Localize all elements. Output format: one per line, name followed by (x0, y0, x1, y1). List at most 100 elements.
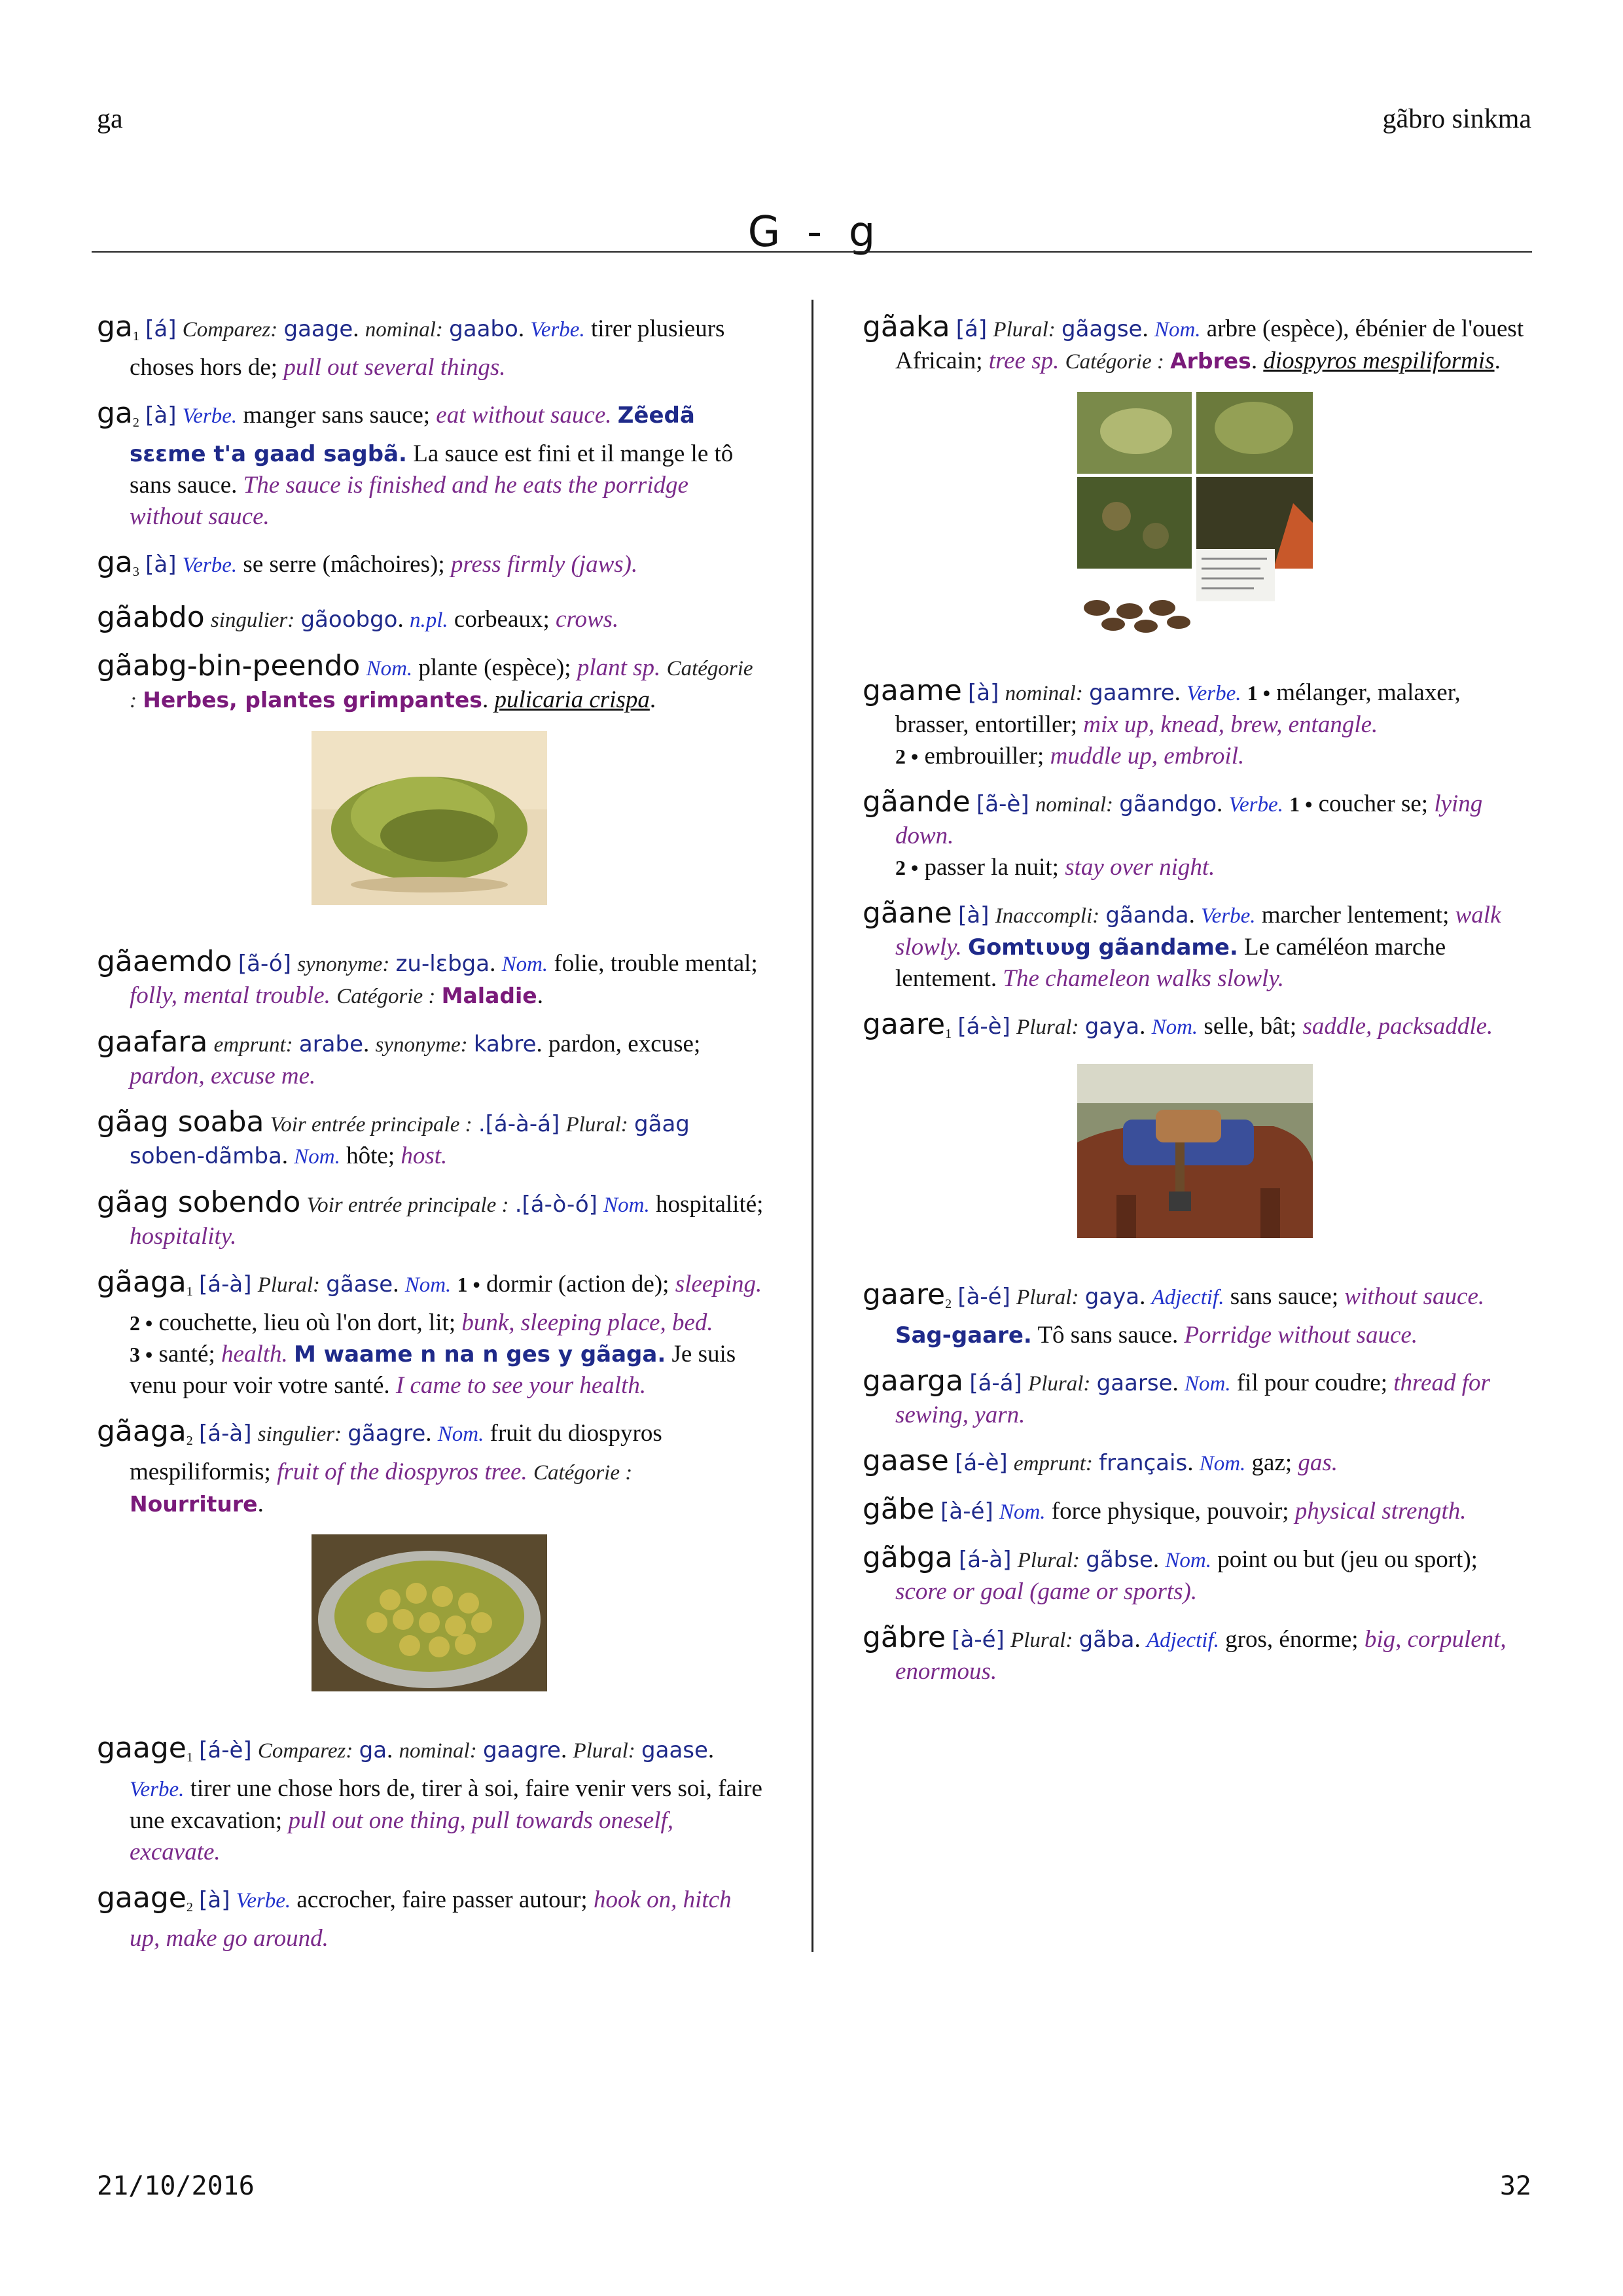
footer-page-number: 32 (1499, 2171, 1531, 2201)
french-gloss: marcher lentement; (1261, 902, 1450, 928)
part-of-speech: Verbe. (1228, 793, 1283, 817)
entry-gabga: gãbga [á-à] Plural: gãbse. Nom. point ou… (863, 1541, 1478, 1606)
label-plural: Plural: (1010, 1629, 1073, 1652)
label-nominal: nominal: (1005, 682, 1083, 705)
english-gloss: without sauce. (1344, 1283, 1485, 1310)
plant-photo (130, 731, 764, 913)
tone-marking: [á-è] (957, 1014, 1010, 1040)
part-of-speech: Nom. (999, 1500, 1046, 1524)
sense-number: 2 • (895, 745, 919, 768)
english-gloss: muddle up, embroil. (1050, 743, 1245, 769)
tone-marking: [à] (968, 680, 999, 706)
french-gloss: point ou but (jeu ou sport); (1217, 1546, 1478, 1573)
example-english: Porridge without sauce. (1184, 1322, 1418, 1349)
english-gloss: host. (401, 1142, 448, 1169)
headword: gãabdo (97, 601, 205, 634)
label-singular: singulier: (210, 609, 295, 632)
french-gloss: folie, trouble mental; (554, 950, 758, 977)
cross-reference: gaase (641, 1737, 708, 1763)
english-gloss: mix up, knead, brew, entangle. (1083, 711, 1378, 738)
example-sentence: Sag-gaare. (895, 1322, 1032, 1349)
french-gloss: pardon, excuse; (548, 1031, 701, 1057)
example-sentence: M waame n na n ges y gãaga. (294, 1341, 666, 1368)
label-plural: Plural: (565, 1113, 628, 1137)
headword: ga (97, 310, 133, 344)
tone-marking: [à-é] (940, 1498, 993, 1525)
label-synonym: synonyme: (297, 953, 390, 976)
headword: gaage (97, 1881, 187, 1915)
scientific-name: diospyros mespiliformis (1263, 347, 1495, 374)
headword: gaage (97, 1731, 187, 1765)
english-gloss: pardon, excuse me. (130, 1063, 316, 1089)
cross-reference: gãanda (1105, 902, 1189, 928)
cross-reference: gaarse (1096, 1370, 1173, 1396)
main-entry-ref: .[á-à-á] (478, 1111, 560, 1137)
french-gloss: force physique, pouvoir; (1051, 1498, 1289, 1525)
main-entry-ref: .[á-ò-ó] (514, 1192, 597, 1218)
part-of-speech: Verbe. (182, 404, 238, 428)
label-main-entry: Voir entrée principale : (306, 1193, 509, 1217)
english-gloss: sleeping. (675, 1271, 762, 1298)
entry-gaare-2: gaare2 [à-é] Plural: gaya. Adjectif. san… (863, 1278, 1485, 1349)
headword: gaare (863, 1008, 946, 1041)
tone-marking: [ã-è] (976, 791, 1029, 817)
sense-number: 1 • (1289, 792, 1313, 816)
french-gloss: hôte; (346, 1142, 395, 1169)
entry-gaage-2: gaage2 [à] Verbe. accrocher, faire passe… (97, 1882, 764, 1954)
sense-number: 2 • (895, 856, 919, 879)
homonym-number: 2 (186, 1900, 193, 1915)
french-gloss: dormir (action de); (486, 1271, 669, 1298)
cross-reference: ga (359, 1737, 387, 1763)
label-compare: Comparez: (257, 1739, 353, 1763)
tone-marking: [à] (145, 402, 177, 429)
part-of-speech: Verbe. (182, 554, 238, 577)
entry-ga-1: ga1 [á] Comparez: gaage. nominal: gaabo.… (97, 310, 725, 381)
english-gloss: gas. (1298, 1449, 1338, 1476)
headword: gãane (863, 896, 952, 930)
french-gloss: sans sauce; (1230, 1283, 1339, 1310)
example-french: Tô sans sauce. (1037, 1322, 1179, 1349)
tone-marking: [à] (145, 552, 177, 578)
entry-ga-2: ga2 [à] Verbe. manger sans sauce; eat wi… (97, 398, 764, 533)
category-value: Nourriture (130, 1491, 258, 1517)
tone-marking: [á] (145, 316, 177, 342)
label-plural: Plural: (573, 1739, 635, 1763)
part-of-speech: Verbe. (1201, 904, 1256, 928)
headword: gaafara (97, 1025, 208, 1059)
english-gloss: physical strength. (1294, 1498, 1467, 1525)
part-of-speech: Nom. (1185, 1372, 1231, 1396)
part-of-speech: Verbe. (530, 318, 585, 342)
entry-gaare-1: gaare1 [á-è] Plural: gaya. Nom. selle, b… (863, 1009, 1530, 1246)
label-imperfective: Inaccompli: (995, 904, 1100, 928)
cross-reference: gaabo (449, 316, 518, 342)
sense-2: 2 • embrouiller; muddle up, embroil. (895, 741, 1530, 772)
sense-3: 3 • santé; health. M waame n na n ges y … (130, 1339, 764, 1402)
english-gloss: score or goal (game or sports). (895, 1578, 1198, 1605)
tone-marking: [á-à] (199, 1421, 252, 1447)
homonym-number: 3 (132, 565, 139, 579)
tone-marking: [á] (955, 316, 988, 342)
tone-marking: [à] (199, 1887, 230, 1913)
entry-gaase: gaase [á-è] emprunt: français. Nom. gaz;… (863, 1444, 1338, 1477)
french-gloss: gaz; (1251, 1449, 1293, 1476)
homonym-number: 1 (186, 1284, 193, 1299)
french-gloss: accrocher, faire passer autour; (296, 1886, 588, 1913)
english-gloss: fruit of the diospyros tree. (277, 1458, 527, 1485)
footer-date: 21/10/2016 (97, 2171, 255, 2201)
label-loan: emprunt: (213, 1033, 293, 1057)
tree-collage-image (1077, 392, 1313, 634)
headword: gãbga (863, 1541, 953, 1574)
tone-marking: [á-à] (199, 1271, 252, 1298)
headword: gaare (863, 1278, 946, 1311)
headword: gãbre (863, 1621, 946, 1654)
horse-saddle-image (1077, 1064, 1313, 1238)
cross-reference: gãagse (1061, 316, 1143, 342)
french-gloss: santé; (158, 1341, 215, 1368)
english-gloss: plant sp. (577, 654, 661, 681)
entry-gaande: gãande [ã-è] nominal: gãandgo. Verbe. 1 … (863, 786, 1530, 883)
tone-marking: [à-é] (957, 1284, 1010, 1310)
headword: ga (97, 397, 133, 430)
headword: gaase (863, 1444, 949, 1477)
label-plural: Plural: (257, 1273, 321, 1297)
label-plural: Plural: (1028, 1372, 1091, 1396)
